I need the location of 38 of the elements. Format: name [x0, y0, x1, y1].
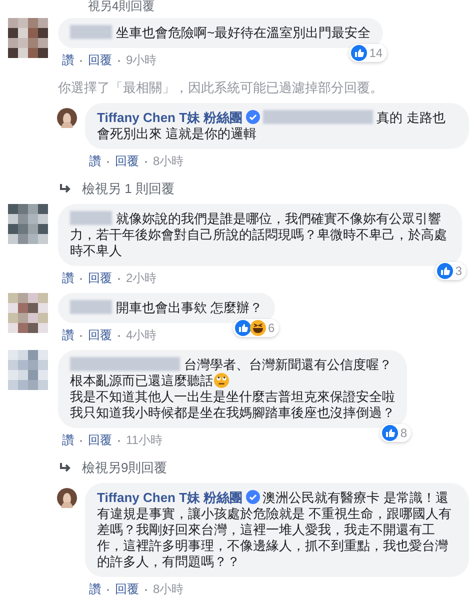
like-link[interactable]: 讚	[89, 581, 101, 598]
blurred-name	[70, 300, 112, 314]
reply-link[interactable]: 回覆	[115, 581, 139, 598]
laughing-face-icon	[250, 320, 266, 336]
like-icon	[234, 320, 251, 336]
more-replies-link[interactable]: 檢視另 1 則回覆	[82, 180, 174, 198]
reply-link[interactable]: 回覆	[88, 52, 112, 69]
reply-text: Tiffany Chen T妹 粉絲團 真的 走路也會死別出來 這就是你的邏輯	[97, 110, 446, 142]
author-name[interactable]: Tiffany Chen T妹 粉絲團	[97, 490, 243, 505]
reply-link[interactable]: 回覆	[88, 432, 112, 449]
like-link[interactable]: 讚	[62, 52, 74, 69]
comment-text: 台灣學者、台灣新聞還有公信度喔？ 根本亂源而已還這麼聽話 我是不知道其他人一出生是坐什麼吉普坦克來保證安全啦 我只知道我小時候都是坐在我媽腳踏車後座也沒摔倒過？	[70, 357, 395, 421]
reaction-count: 8	[400, 425, 407, 441]
like-link[interactable]: 讚	[62, 327, 74, 344]
blurred-name	[70, 211, 112, 225]
reply-link[interactable]: 回覆	[88, 270, 112, 287]
like-link[interactable]: 讚	[89, 153, 101, 170]
more-replies-link[interactable]: 視另4則回覆	[88, 0, 474, 12]
blurred-name	[70, 25, 112, 39]
reply-arrow-icon	[60, 184, 72, 194]
more-replies-link[interactable]: 檢視另9則回覆	[82, 459, 168, 477]
like-icon	[351, 45, 368, 61]
like-link[interactable]: 讚	[62, 432, 74, 449]
reply-text: Tiffany Chen T妹 粉絲團 澳洲公民就有醫療卡 是常識！還有違規是事實，讓小孩處於危險就是 不重視生命，跟哪國人有差嗎？我剛好回來台灣，這裡一堆人愛我，我走不開還有工作，這裡許多明事理，不像邊緣人，抓不到重點，我也愛台灣的許多人，有問題嗎？？	[97, 490, 453, 570]
filter-notice: 你選擇了「最相關」，因此系統可能已過濾掉部分回覆。	[58, 79, 384, 97]
reply-arrow-icon	[60, 463, 72, 473]
comment-text: 坐車也會危險啊~最好待在溫室別出門最安全	[70, 25, 371, 41]
reply-link[interactable]: 回覆	[88, 327, 112, 344]
like-icon	[382, 425, 398, 441]
like-icon	[437, 263, 454, 279]
comment-text: 開車也會出事欸 怎麼辦？	[70, 300, 263, 316]
comment-text: 就像妳說的我們是誰是哪位，我們確實不像妳有公眾引響力，若干年後妳會對自己所說的話悶現嗎？卑微時不卑己，於高處時不卑人	[70, 211, 448, 259]
reply-link[interactable]: 回覆	[115, 153, 139, 170]
author-name[interactable]: Tiffany Chen T妹 粉絲團	[97, 110, 243, 125]
reaction-count: 14	[369, 45, 383, 61]
like-link[interactable]: 讚	[62, 270, 74, 287]
reaction-count: 3	[455, 263, 462, 279]
reaction-count: 6	[268, 320, 275, 336]
